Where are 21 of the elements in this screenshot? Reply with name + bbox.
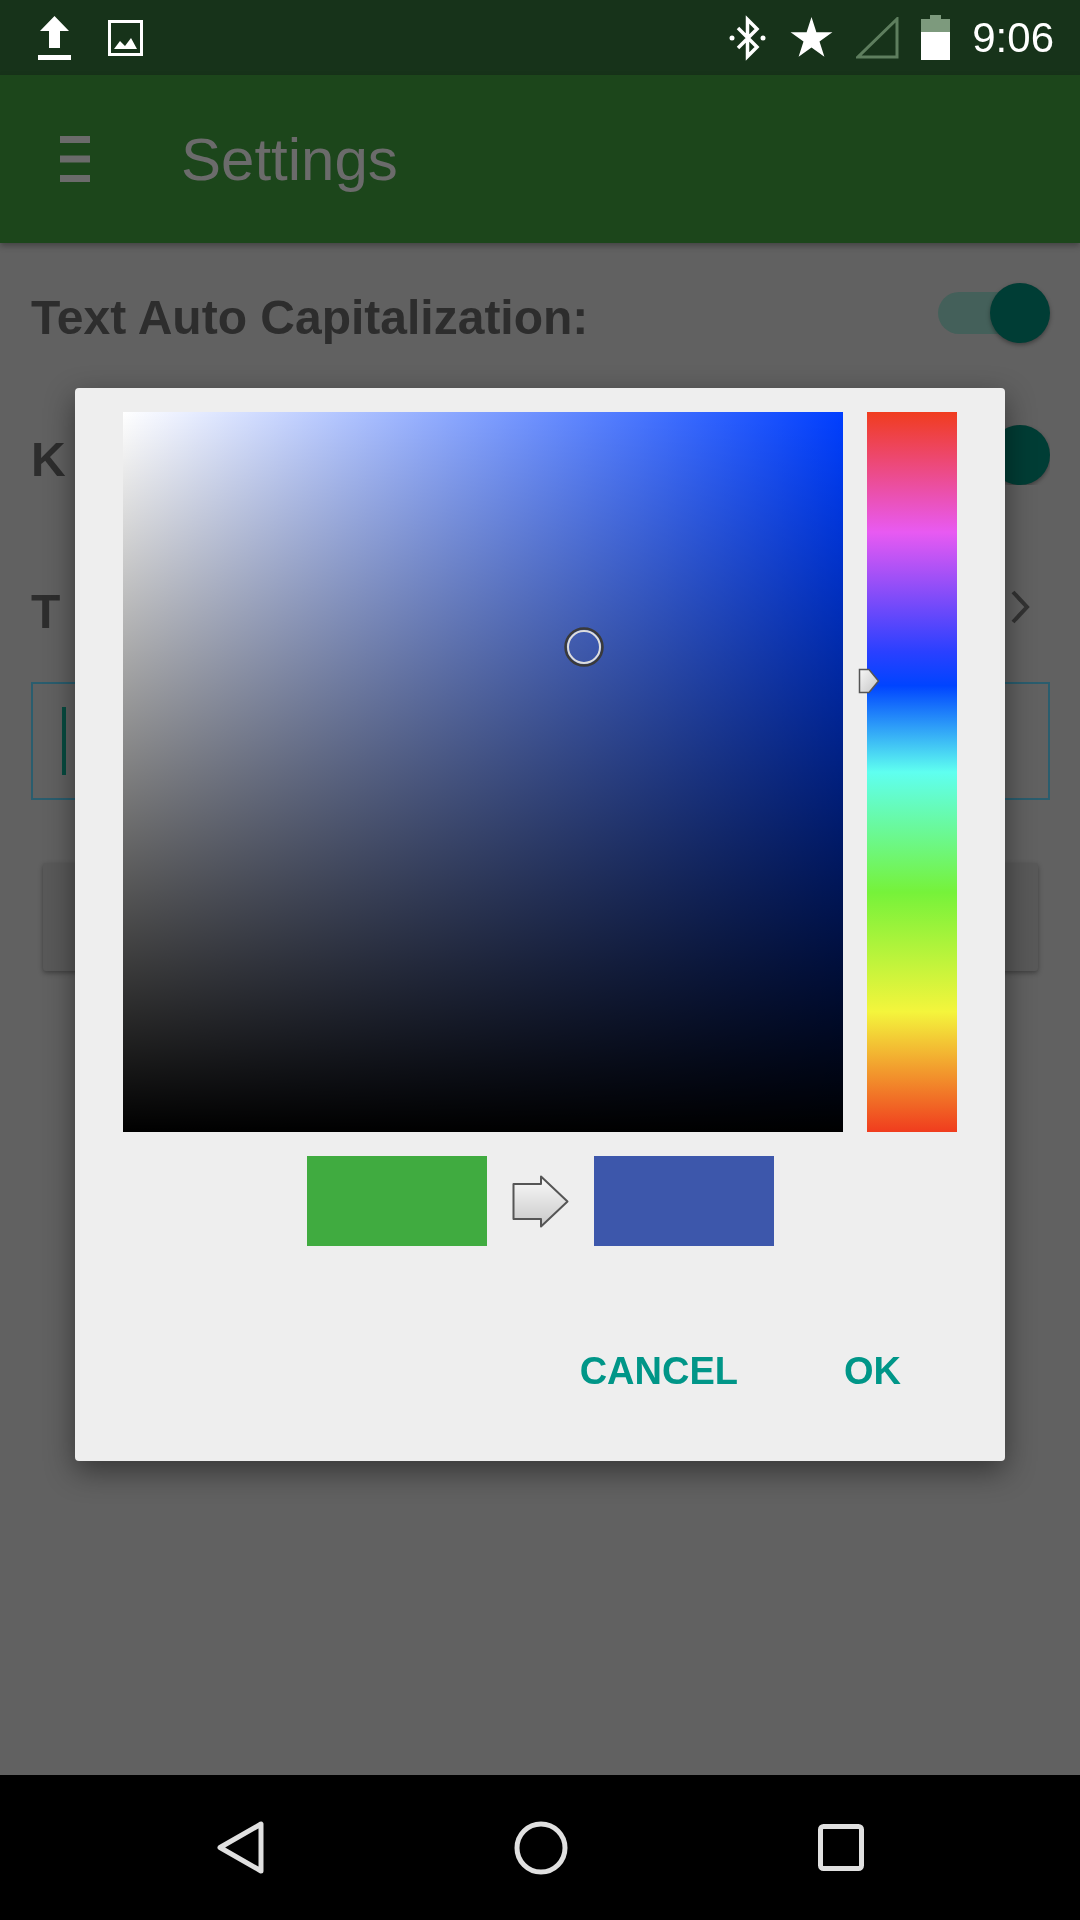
- battery-icon: [921, 15, 951, 60]
- toggle-switch[interactable]: [1005, 425, 1050, 485]
- recents-icon[interactable]: [817, 1824, 864, 1871]
- app-bar-title: Settings: [181, 124, 398, 194]
- home-icon[interactable]: [513, 1820, 568, 1875]
- toggle-switch[interactable]: [938, 283, 1050, 343]
- hue-slider-handle[interactable]: [858, 668, 880, 695]
- upload-icon: [38, 14, 71, 61]
- color-field[interactable]: [123, 412, 843, 1132]
- color-picker-handle[interactable]: [563, 626, 604, 667]
- back-icon[interactable]: [216, 1821, 264, 1874]
- star-icon: [789, 17, 835, 58]
- dialog-button[interactable]: CANCEL: [555, 1337, 762, 1405]
- text-cursor-icon: [62, 707, 66, 775]
- signal-icon: [856, 16, 900, 59]
- bluetooth-icon: [728, 14, 768, 61]
- hue-slider[interactable]: [858, 412, 957, 1132]
- image-icon: [108, 19, 143, 56]
- dialog-button[interactable]: OK: [820, 1337, 925, 1405]
- status-time: 9:06: [972, 13, 1054, 62]
- arrow-right-icon: [511, 1174, 569, 1228]
